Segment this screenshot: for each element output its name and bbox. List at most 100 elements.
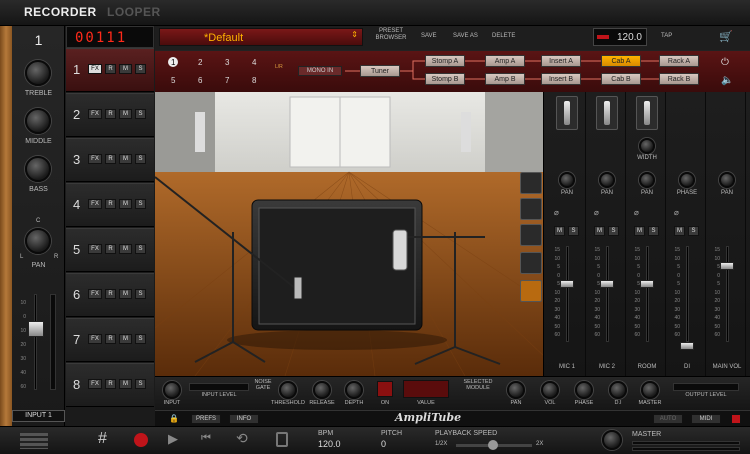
- master-knob[interactable]: [641, 381, 659, 399]
- track-s-button[interactable]: S: [135, 199, 146, 209]
- depth-knob[interactable]: [345, 381, 363, 399]
- module-phase-knob[interactable]: [575, 381, 593, 399]
- play-button[interactable]: ▶: [168, 431, 178, 447]
- lock-icon[interactable]: 🔒: [169, 414, 179, 423]
- prefs-button[interactable]: PREFS: [191, 414, 221, 424]
- track-row-5[interactable]: 5 FX R M S: [66, 228, 154, 272]
- pan-knob[interactable]: [639, 172, 655, 188]
- track-r-button[interactable]: R: [105, 64, 116, 74]
- menu-grip-icon[interactable]: [20, 433, 48, 449]
- preset-browser-button[interactable]: PRESET BROWSER: [369, 28, 413, 42]
- preset-name-field[interactable]: *Default ⇕: [159, 28, 363, 46]
- track-r-button[interactable]: R: [105, 334, 116, 344]
- track-s-button[interactable]: S: [135, 289, 146, 299]
- metronome-icon[interactable]: [276, 432, 288, 447]
- track-row-8[interactable]: 8 FX R M S: [66, 363, 154, 407]
- input-selector[interactable]: INPUT 1: [12, 410, 65, 422]
- track-fx-button[interactable]: FX: [88, 289, 102, 299]
- pan-knob[interactable]: [25, 228, 51, 254]
- track-fx-button[interactable]: FX: [88, 379, 102, 389]
- track-m-button[interactable]: M: [119, 109, 132, 119]
- track-s-button[interactable]: S: [135, 379, 146, 389]
- strip-s-button[interactable]: S: [608, 226, 619, 236]
- track-s-button[interactable]: S: [135, 334, 146, 344]
- track-s-button[interactable]: S: [135, 244, 146, 254]
- delete-button[interactable]: DELETE: [492, 33, 515, 39]
- treble-knob[interactable]: [25, 60, 51, 86]
- track-r-button[interactable]: R: [105, 154, 116, 164]
- track-r-button[interactable]: R: [105, 244, 116, 254]
- track-fx-button[interactable]: FX: [88, 109, 102, 119]
- track-m-button[interactable]: M: [119, 64, 132, 74]
- module-vol-knob[interactable]: [541, 381, 559, 399]
- track-fx-button[interactable]: FX: [88, 244, 102, 254]
- mic-select-icon[interactable]: [636, 96, 658, 130]
- auto-button[interactable]: AUTO: [653, 414, 683, 424]
- strip-fader-handle[interactable]: [680, 342, 694, 350]
- phase-invert-icon[interactable]: ⌀: [674, 208, 679, 217]
- bpm-value[interactable]: 120.0: [318, 439, 341, 449]
- middle-knob[interactable]: [25, 108, 51, 134]
- loop-button[interactable]: ⟲: [236, 430, 248, 447]
- track-m-button[interactable]: M: [119, 154, 132, 164]
- view-cab-icon[interactable]: [520, 252, 542, 274]
- info-button[interactable]: INFO: [229, 414, 259, 424]
- phase-knob[interactable]: [679, 172, 695, 188]
- pan-knob[interactable]: [559, 172, 575, 188]
- track-row-1[interactable]: 1 FX R M S: [66, 48, 154, 92]
- strip-fader-handle[interactable]: [720, 262, 734, 270]
- track-r-button[interactable]: R: [105, 109, 116, 119]
- track-r-button[interactable]: R: [105, 379, 116, 389]
- strip-s-button[interactable]: S: [688, 226, 699, 236]
- pan-knob[interactable]: [719, 172, 735, 188]
- cart-icon[interactable]: 🛒: [719, 30, 733, 43]
- save-as-button[interactable]: SAVE AS: [453, 33, 478, 39]
- playback-speed-handle[interactable]: [488, 440, 498, 450]
- pitch-value[interactable]: 0: [381, 439, 386, 449]
- rewind-button[interactable]: ⏮: [201, 432, 211, 445]
- phase-invert-icon[interactable]: ⌀: [554, 208, 559, 217]
- record-arm-indicator[interactable]: [731, 414, 741, 424]
- module-pan-knob[interactable]: [507, 381, 525, 399]
- mic-select-icon[interactable]: [596, 96, 618, 130]
- phase-invert-icon[interactable]: ⌀: [594, 208, 599, 217]
- strip-m-button[interactable]: M: [674, 226, 685, 236]
- grid-icon[interactable]: #: [98, 430, 107, 448]
- record-button[interactable]: [134, 433, 148, 447]
- track-m-button[interactable]: M: [119, 379, 132, 389]
- track-r-button[interactable]: R: [105, 289, 116, 299]
- pan-knob[interactable]: [599, 172, 615, 188]
- preset-arrows-icon[interactable]: ⇕: [351, 30, 358, 39]
- bass-knob[interactable]: [25, 156, 51, 182]
- save-button[interactable]: SAVE: [421, 33, 437, 39]
- strip-fader-handle[interactable]: [640, 280, 654, 288]
- track-row-2[interactable]: 2 FX R M S: [66, 93, 154, 137]
- phase-invert-icon[interactable]: ⌀: [634, 208, 639, 217]
- threshold-knob[interactable]: [279, 381, 297, 399]
- cabinet-room-view[interactable]: [155, 92, 543, 376]
- track-row-3[interactable]: 3 FX R M S: [66, 138, 154, 182]
- track-row-7[interactable]: 7 FX R M S: [66, 318, 154, 362]
- track-s-button[interactable]: S: [135, 109, 146, 119]
- track-m-button[interactable]: M: [119, 334, 132, 344]
- track-s-button[interactable]: S: [135, 154, 146, 164]
- strip-s-button[interactable]: S: [568, 226, 579, 236]
- strip-m-button[interactable]: M: [594, 226, 605, 236]
- track-m-button[interactable]: M: [119, 289, 132, 299]
- strip-m-button[interactable]: M: [634, 226, 645, 236]
- view-room-icon[interactable]: [520, 172, 542, 194]
- release-knob[interactable]: [313, 381, 331, 399]
- mic-select-icon[interactable]: [556, 96, 578, 130]
- input-knob[interactable]: [163, 381, 181, 399]
- track-fx-button[interactable]: FX: [88, 199, 102, 209]
- track-row-6[interactable]: 6 FX R M S: [66, 273, 154, 317]
- width-knob[interactable]: [639, 138, 655, 154]
- view-speaker-icon[interactable]: [520, 198, 542, 220]
- track-m-button[interactable]: M: [119, 244, 132, 254]
- track-fx-button[interactable]: FX: [88, 334, 102, 344]
- midi-button[interactable]: MIDI: [691, 414, 721, 424]
- track-s-button[interactable]: S: [135, 64, 146, 74]
- tab-recorder[interactable]: RECORDER: [24, 5, 97, 19]
- gate-on-button[interactable]: [377, 381, 393, 397]
- track-m-button[interactable]: M: [119, 199, 132, 209]
